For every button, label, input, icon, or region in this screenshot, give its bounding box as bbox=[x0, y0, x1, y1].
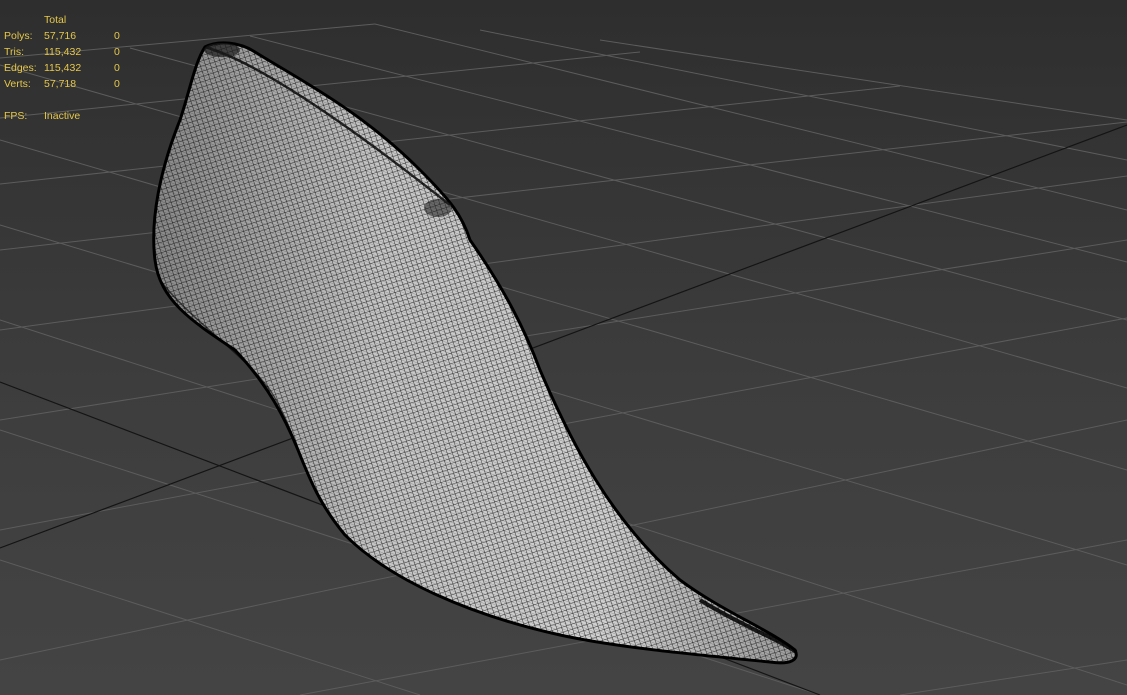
shoe-last-mesh[interactable] bbox=[152, 41, 798, 665]
perspective-viewport[interactable]: Total Polys: 57,716 0 Tris: 115,432 0 Ed… bbox=[0, 0, 1127, 695]
viewport-canvas[interactable] bbox=[0, 0, 1127, 695]
